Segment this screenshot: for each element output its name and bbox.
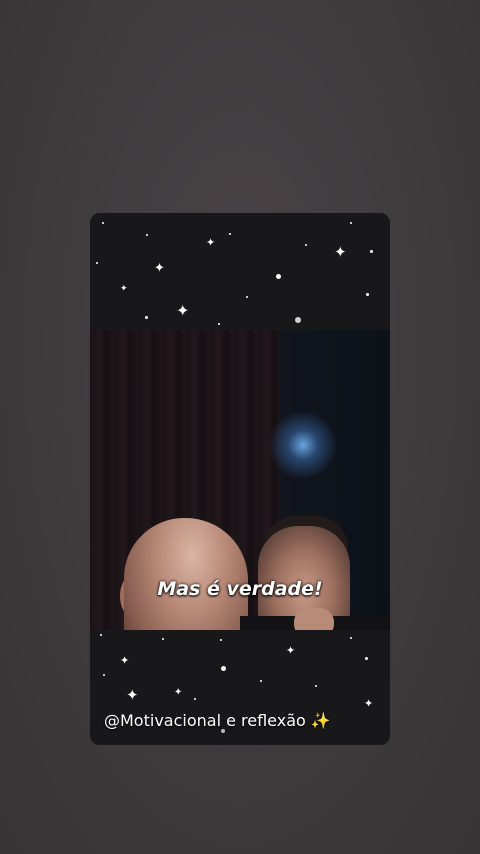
star-dot (315, 685, 317, 687)
star-dot (221, 666, 226, 671)
star-dot (103, 674, 105, 676)
star-icon: ✦ (364, 697, 374, 710)
star-icon: ✦ (206, 236, 216, 249)
video-frame[interactable]: Mas é verdade! (90, 330, 390, 630)
star-dot (145, 316, 148, 319)
star-icon: ✦ (154, 261, 165, 276)
video-caption: Mas é verdade! (157, 578, 323, 600)
star-dot (229, 233, 231, 235)
star-dot (146, 234, 148, 236)
starry-sky-top: ✦ ✦ ✦ ✦ ✦ (90, 213, 390, 330)
star-dot (370, 250, 373, 253)
sparkles-icon: ✨ (310, 711, 331, 730)
star-dot (162, 638, 164, 640)
star-dot (365, 657, 368, 660)
star-icon: ✦ (334, 243, 347, 261)
star-icon: ✦ (176, 301, 190, 320)
star-dot (220, 639, 222, 641)
star-icon: ✦ (174, 687, 183, 698)
star-dot (218, 323, 220, 325)
author-handle-text: @Motivacional e reflexão (104, 711, 306, 730)
star-dot (96, 262, 98, 264)
star-dot (276, 274, 281, 279)
star-dot (246, 296, 248, 298)
star-dot (100, 634, 102, 636)
star-dot (350, 222, 352, 224)
hand (294, 608, 334, 630)
star-icon: ✦ (126, 686, 139, 704)
star-dot (366, 293, 369, 296)
bald-man (124, 518, 248, 630)
star-icon: ✦ (120, 654, 130, 667)
star-dot (295, 317, 301, 323)
star-dot (305, 244, 307, 246)
author-handle[interactable]: @Motivacional e reflexão ✨ (104, 711, 331, 730)
story-card[interactable]: ✦ ✦ ✦ ✦ ✦ Mas é verdade! ✦ ✦ ✦ ✦ ✦ @Moti… (90, 213, 390, 745)
star-dot (102, 222, 104, 224)
star-dot (350, 637, 352, 639)
star-icon: ✦ (120, 284, 128, 294)
star-icon: ✦ (286, 644, 296, 657)
star-dot (194, 698, 196, 700)
star-dot (260, 680, 262, 682)
stage-light (268, 410, 338, 480)
